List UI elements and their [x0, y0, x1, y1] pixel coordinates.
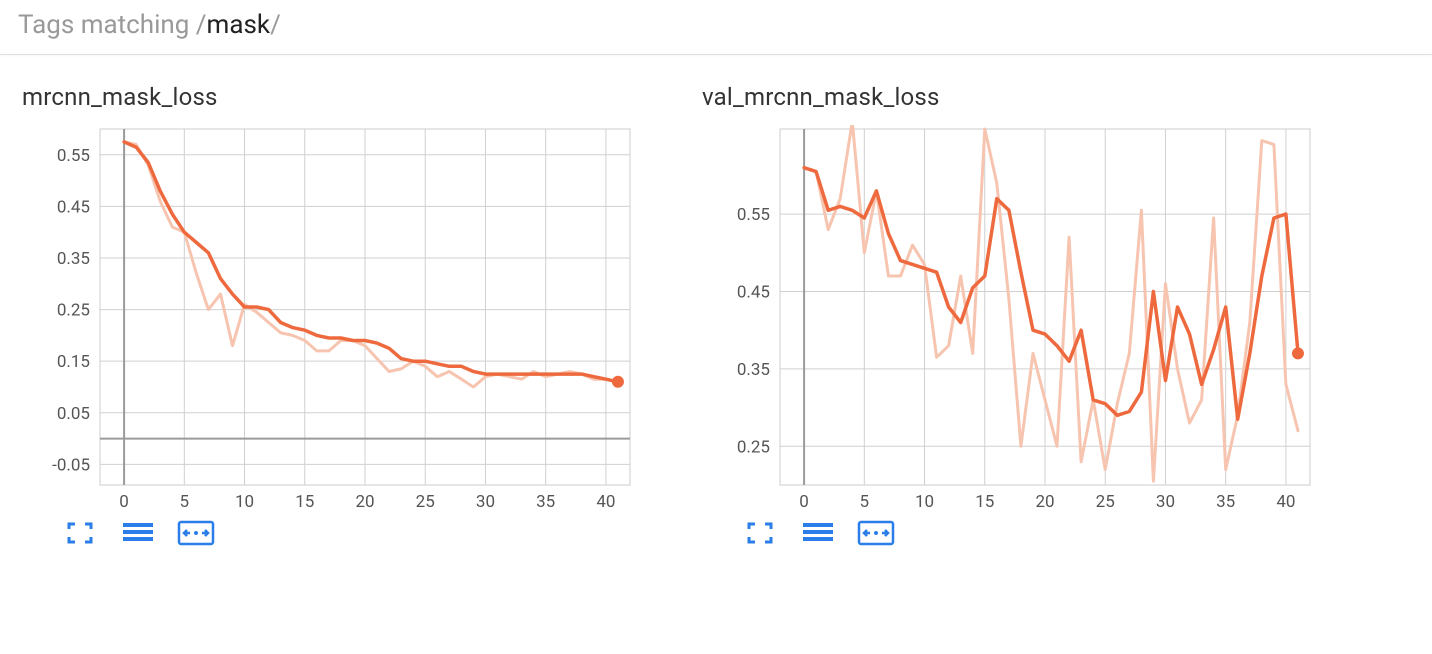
svg-text:30: 30 — [1156, 492, 1175, 512]
expand-button[interactable] — [60, 519, 100, 547]
svg-text:40: 40 — [1276, 492, 1295, 512]
svg-text:25: 25 — [416, 492, 435, 512]
svg-text:0.25: 0.25 — [737, 437, 770, 457]
fit-domain-button[interactable] — [856, 519, 896, 547]
svg-text:5: 5 — [860, 492, 870, 512]
svg-text:0.05: 0.05 — [57, 404, 90, 424]
svg-text:0.45: 0.45 — [57, 197, 90, 217]
chart-panel-mrcnn-mask-loss: mrcnn_mask_loss 0 5 10 15 20 25 30 35 40 -0.05 0.0… — [20, 83, 640, 559]
chart-toolbar — [700, 515, 1320, 559]
svg-text:0.35: 0.35 — [57, 249, 90, 269]
svg-text:0.25: 0.25 — [57, 301, 90, 321]
svg-text:0.55: 0.55 — [57, 146, 90, 166]
svg-text:20: 20 — [355, 492, 374, 512]
svg-text:30: 30 — [476, 492, 495, 512]
svg-text:35: 35 — [1216, 492, 1235, 512]
svg-text:40: 40 — [596, 492, 615, 512]
fit-domain-button[interactable] — [176, 519, 216, 547]
chart-plot-area[interactable]: 0 5 10 15 20 25 30 35 40 0.25 0.35 0.45 0.55 — [700, 125, 1320, 515]
svg-text:5: 5 — [180, 492, 190, 512]
filter-suffix: / — [270, 10, 281, 40]
svg-text:0.35: 0.35 — [737, 360, 770, 380]
filter-prefix: Tags matching / — [18, 10, 207, 40]
svg-text:10: 10 — [915, 492, 934, 512]
svg-text:0.15: 0.15 — [57, 352, 90, 372]
svg-text:20: 20 — [1035, 492, 1054, 512]
svg-text:-0.05: -0.05 — [52, 455, 90, 475]
svg-text:0: 0 — [119, 492, 129, 512]
svg-text:35: 35 — [536, 492, 555, 512]
tag-filter-bar[interactable]: Tags matching /mask/ — [0, 0, 1432, 55]
expand-button[interactable] — [740, 519, 780, 547]
toggle-lines-button[interactable] — [798, 519, 838, 547]
svg-text:15: 15 — [295, 492, 314, 512]
chart-panels: mrcnn_mask_loss 0 5 10 15 20 25 30 35 40 -0.05 0.0… — [0, 55, 1432, 569]
svg-text:0.45: 0.45 — [737, 283, 770, 303]
filter-query: mask — [207, 10, 271, 40]
svg-text:10: 10 — [235, 492, 254, 512]
toggle-lines-button[interactable] — [118, 519, 158, 547]
chart-toolbar — [20, 515, 640, 559]
svg-text:25: 25 — [1096, 492, 1115, 512]
svg-text:0: 0 — [799, 492, 809, 512]
chart-panel-val-mrcnn-mask-loss: val_mrcnn_mask_loss 0 5 10 15 20 25 30 35 40 0.25… — [700, 83, 1320, 559]
chart-title: val_mrcnn_mask_loss — [702, 83, 1320, 111]
chart-plot-area[interactable]: 0 5 10 15 20 25 30 35 40 -0.05 0.05 0.15 0.25 0.35 0.4… — [20, 125, 640, 515]
svg-text:0.55: 0.55 — [737, 205, 770, 225]
svg-text:15: 15 — [975, 492, 994, 512]
chart-title: mrcnn_mask_loss — [22, 83, 640, 111]
